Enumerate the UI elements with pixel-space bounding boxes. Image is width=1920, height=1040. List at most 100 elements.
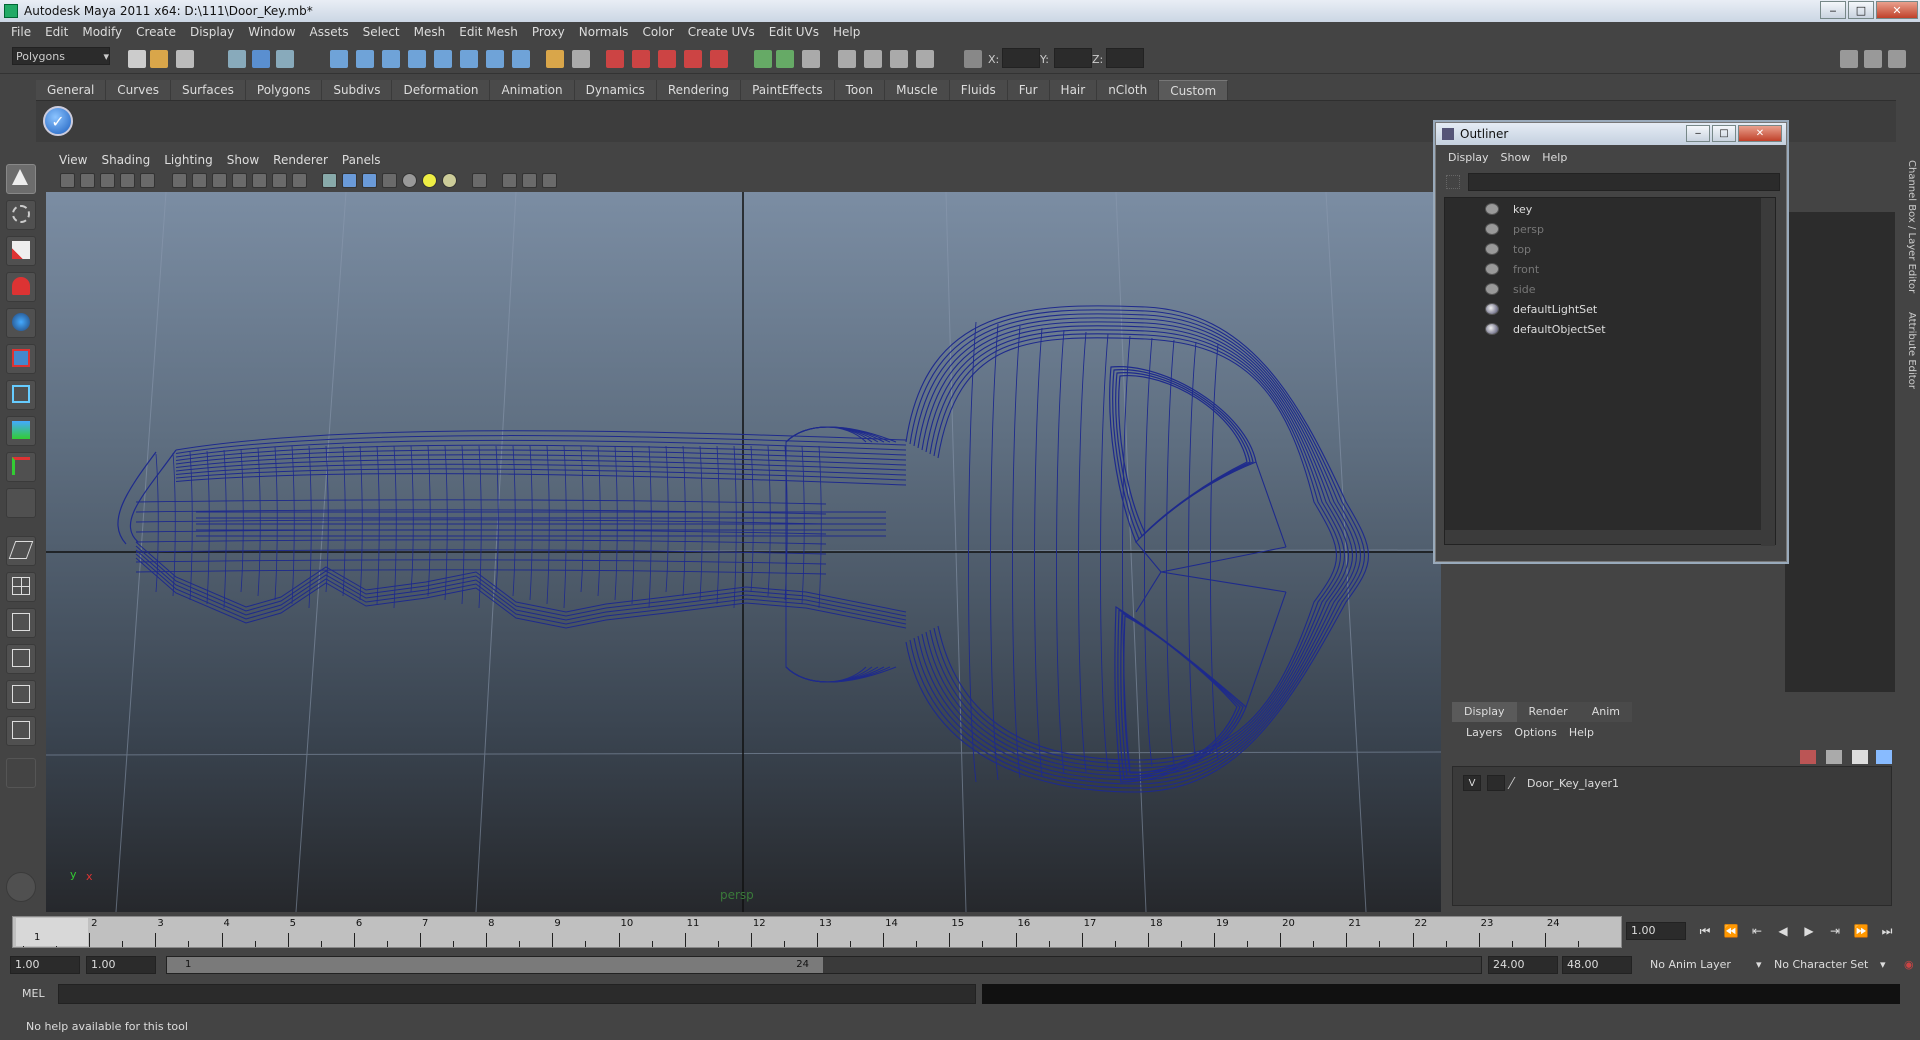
snap-curve-icon[interactable] (632, 50, 650, 68)
outliner-item-persp[interactable]: persp (1485, 220, 1544, 238)
tab-rendering[interactable]: Rendering (656, 80, 742, 100)
bookmarks-icon[interactable] (100, 173, 115, 188)
toolbox-expand-button[interactable] (6, 758, 36, 788)
transform-mode-icon[interactable] (964, 50, 982, 68)
make-live-icon[interactable] (710, 50, 728, 68)
chevron-down-icon[interactable]: ▾ (1880, 956, 1886, 974)
z-field[interactable] (1106, 48, 1144, 68)
outliner-search-input[interactable] (1468, 173, 1780, 191)
x-field[interactable] (1002, 48, 1040, 68)
tab-toon[interactable]: Toon (834, 80, 886, 100)
pencil-icon[interactable] (1507, 777, 1525, 789)
tab-fur[interactable]: Fur (1007, 80, 1050, 100)
vp-menu-panels[interactable]: Panels (335, 153, 388, 167)
shadows-icon[interactable] (442, 173, 457, 188)
construction-history-icon[interactable] (802, 50, 820, 68)
step-forward-frame-icon[interactable]: ⇥ (1824, 922, 1846, 940)
outliner-item-default-object-set[interactable]: defaultObjectSet (1485, 320, 1606, 338)
menu-edit-mesh[interactable]: Edit Mesh (452, 25, 525, 39)
layout-four-button[interactable] (6, 572, 36, 602)
isolate-select-icon[interactable] (472, 173, 487, 188)
smooth-shade-icon[interactable] (342, 173, 357, 188)
layer-visibility-toggle[interactable]: V (1463, 775, 1481, 791)
tab-fluids[interactable]: Fluids (949, 80, 1008, 100)
ipr-render-icon[interactable] (890, 50, 908, 68)
outliner-minimize-button[interactable]: ‒ (1686, 125, 1710, 142)
tab-surfaces[interactable]: Surfaces (170, 80, 246, 100)
outliner-close-button[interactable]: ✕ (1738, 125, 1782, 142)
outliner-item-top[interactable]: top (1485, 240, 1531, 258)
menu-help[interactable]: Help (826, 25, 867, 39)
tab-general[interactable]: General (36, 80, 107, 100)
xray-joints-icon[interactable] (522, 173, 537, 188)
tab-curves[interactable]: Curves (106, 80, 171, 100)
perspective-viewport[interactable] (46, 192, 1441, 912)
menu-file[interactable]: File (4, 25, 38, 39)
tab-polygons[interactable]: Polygons (245, 80, 323, 100)
outliner-menu-help[interactable]: Help (1536, 151, 1573, 169)
show-tool-settings-icon[interactable] (1864, 50, 1882, 68)
snap-point-icon[interactable] (658, 50, 676, 68)
close-button[interactable]: ✕ (1876, 1, 1918, 19)
outliner-item-key[interactable]: key (1485, 200, 1532, 218)
animation-end-field[interactable]: 48.00 (1562, 956, 1632, 974)
range-slider-handle[interactable]: 1 24 (167, 957, 823, 973)
mask-curves-icon[interactable] (382, 50, 400, 68)
layer-menu-layers[interactable]: Layers (1460, 726, 1508, 739)
tab-anim-layers[interactable]: Anim (1579, 702, 1632, 722)
tab-ncloth[interactable]: nCloth (1097, 80, 1160, 100)
highlight-selection-icon[interactable] (572, 50, 590, 68)
mask-joints-icon[interactable] (356, 50, 374, 68)
layout-single-button[interactable] (6, 536, 36, 566)
default-lighting-icon[interactable] (402, 173, 417, 188)
outliner-maximize-button[interactable]: □ (1712, 125, 1736, 142)
current-time-field[interactable]: 1.00 (1626, 922, 1686, 940)
layer-options-icon[interactable] (1876, 750, 1892, 764)
render-current-icon[interactable] (864, 50, 882, 68)
menu-set-dropdown[interactable]: Polygons ▾ (12, 47, 110, 65)
field-chart-icon[interactable] (252, 173, 267, 188)
resolution-gate-icon[interactable] (212, 173, 227, 188)
mask-surfaces-icon[interactable] (408, 50, 426, 68)
layer-row[interactable]: V Door_Key_layer1 (1463, 775, 1619, 791)
grid-icon[interactable] (172, 173, 187, 188)
wireframe-on-shaded-icon[interactable] (362, 173, 377, 188)
menu-edit[interactable]: Edit (38, 25, 75, 39)
tab-attribute-editor[interactable]: Attribute Editor (1899, 312, 1917, 389)
show-attribute-editor-icon[interactable] (1840, 50, 1858, 68)
vp-menu-renderer[interactable]: Renderer (266, 153, 335, 167)
select-tool-button[interactable] (6, 164, 36, 194)
menu-window[interactable]: Window (241, 25, 302, 39)
outliner-filter-icon[interactable] (1446, 175, 1460, 189)
universal-manip-button[interactable] (6, 380, 36, 410)
range-slider[interactable]: 1 24 (166, 956, 1482, 974)
lasso-tool-button[interactable] (6, 200, 36, 230)
snap-view-plane-icon[interactable] (684, 50, 702, 68)
xray-icon[interactable] (502, 173, 517, 188)
safe-title-icon[interactable] (292, 173, 307, 188)
textured-icon[interactable] (382, 173, 397, 188)
open-scene-icon[interactable] (150, 50, 168, 68)
tab-animation[interactable]: Animation (490, 80, 575, 100)
layer-menu-options[interactable]: Options (1508, 726, 1562, 739)
tab-channel-box[interactable]: Channel Box / Layer Editor (1899, 160, 1917, 293)
mel-label[interactable]: MEL (22, 987, 45, 1000)
menu-select[interactable]: Select (356, 25, 407, 39)
step-back-frame-icon[interactable]: ⇤ (1746, 922, 1768, 940)
layout-outliner-persp-button[interactable] (6, 608, 36, 638)
safe-action-icon[interactable] (272, 173, 287, 188)
mask-rendering-icon[interactable] (486, 50, 504, 68)
output-ops-icon[interactable] (776, 50, 794, 68)
tab-deformation[interactable]: Deformation (392, 80, 491, 100)
mask-dynamics-icon[interactable] (460, 50, 478, 68)
tab-render-layers[interactable]: Render (1516, 702, 1580, 722)
checkmark-icon[interactable]: ✓ (43, 106, 73, 136)
auto-key-icon[interactable]: ◉ (1904, 956, 1914, 974)
menu-edit-uvs[interactable]: Edit UVs (762, 25, 826, 39)
layout-custom-button[interactable] (6, 716, 36, 746)
move-layer-icon[interactable] (1852, 750, 1868, 764)
menu-assets[interactable]: Assets (303, 25, 356, 39)
film-gate-icon[interactable] (192, 173, 207, 188)
mask-deformations-icon[interactable] (434, 50, 452, 68)
minimize-button[interactable]: ‒ (1820, 1, 1846, 19)
